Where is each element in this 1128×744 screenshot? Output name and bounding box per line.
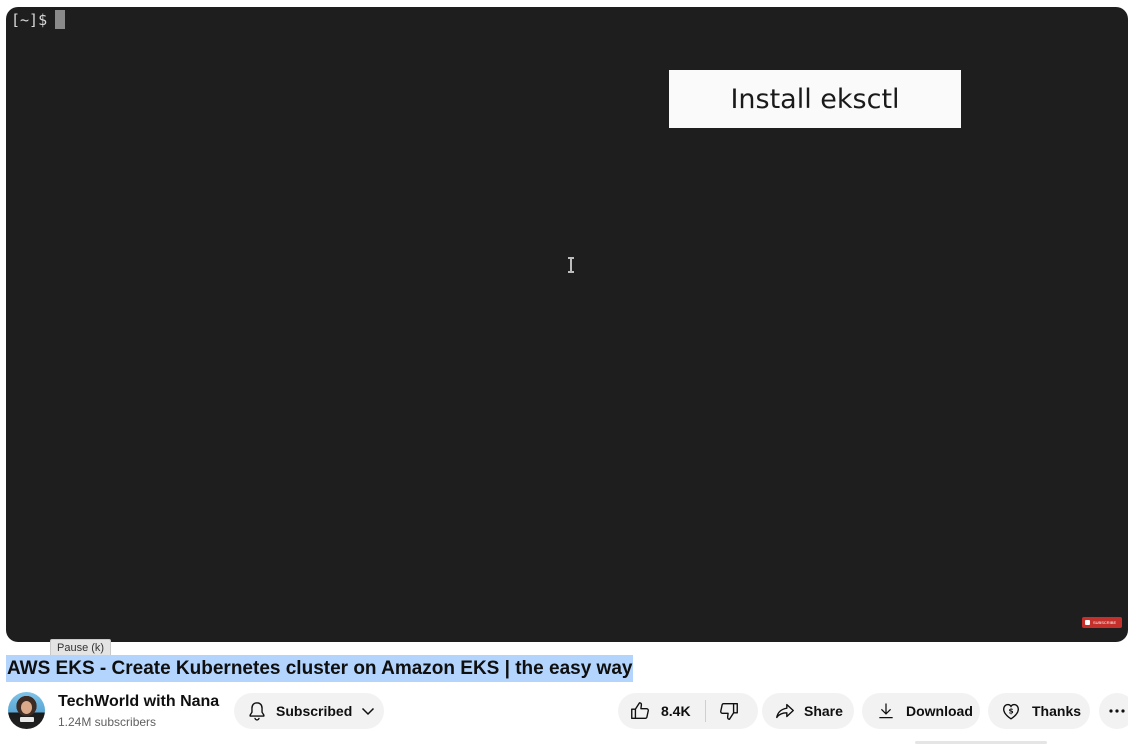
like-button[interactable]: 8.4K	[618, 693, 691, 729]
avatar-shirt-logo	[20, 717, 34, 722]
overlay-text: Install eksctl	[730, 83, 900, 115]
thanks-button[interactable]: $ Thanks	[988, 693, 1090, 729]
subscribed-button[interactable]: Subscribed	[234, 693, 384, 729]
terminal-cursor	[55, 10, 66, 29]
terminal-prompt: [~]$	[11, 10, 66, 29]
download-label: Download	[906, 703, 973, 719]
thumbs-up-icon	[631, 702, 649, 720]
video-title: AWS EKS - Create Kubernetes cluster on A…	[6, 655, 634, 682]
subscribe-watermark[interactable]: SUBSCRIBE	[1082, 617, 1122, 628]
tooltip-text: Pause (k)	[57, 642, 105, 654]
thanks-icon: $	[1002, 703, 1020, 720]
chevron-down-icon	[362, 707, 375, 716]
avatar-face	[21, 701, 32, 714]
video-player[interactable]: [~]$ Install eksctl SUBSCRIBE	[6, 7, 1128, 642]
channel-name[interactable]: TechWorld with Nana	[58, 693, 219, 711]
more-actions-button[interactable]	[1099, 693, 1128, 729]
text-cursor-icon	[568, 257, 574, 273]
share-label: Share	[804, 703, 843, 719]
subscriber-count: 1.24M subscribers	[58, 715, 157, 729]
subscribed-label: Subscribed	[276, 703, 353, 719]
share-icon	[776, 703, 794, 719]
download-button[interactable]: Download	[862, 693, 980, 729]
like-dislike-group: 8.4K	[618, 693, 758, 729]
svg-text:$: $	[1008, 706, 1013, 715]
channel-row: TechWorld with Nana 1.24M subscribers Su…	[0, 690, 1128, 744]
bell-icon	[249, 702, 265, 721]
video-overlay-card: Install eksctl	[669, 70, 961, 128]
thanks-label: Thanks	[1032, 703, 1082, 719]
share-button[interactable]: Share	[762, 693, 854, 729]
thumbs-down-icon	[719, 702, 738, 720]
more-icon	[1109, 709, 1125, 713]
youtube-logo-icon	[1085, 620, 1090, 625]
terminal-prompt-text: [~]$	[11, 10, 48, 29]
download-icon	[879, 703, 893, 719]
watermark-text: SUBSCRIBE	[1093, 620, 1117, 625]
avatar[interactable]	[8, 692, 45, 729]
like-count: 8.4K	[661, 703, 691, 719]
dislike-button[interactable]	[706, 693, 740, 729]
